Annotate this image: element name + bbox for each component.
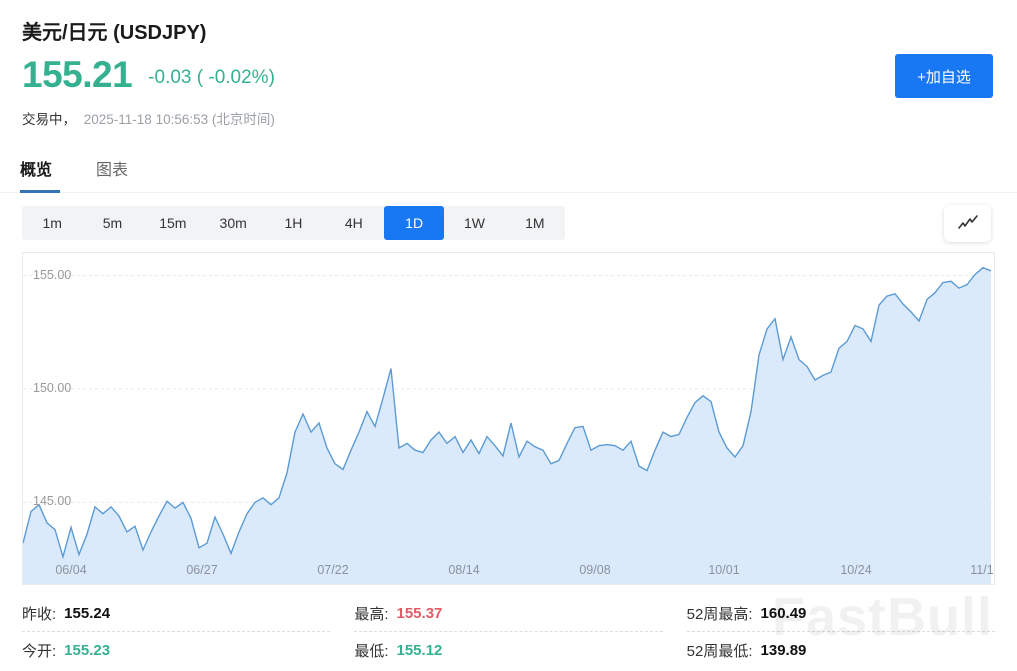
stat-label: 52周最高:: [687, 603, 753, 624]
chart-type-button[interactable]: [944, 205, 991, 242]
current-price: 155.21: [22, 56, 132, 93]
stat-row: 最低: 155.12: [354, 632, 662, 669]
stat-value: 155.23: [64, 642, 110, 659]
timeframe-15m[interactable]: 15m: [143, 206, 203, 240]
timeframe-1m[interactable]: 1m: [22, 206, 82, 240]
timeframe-1d[interactable]: 1D: [384, 206, 444, 240]
timeframe-1h[interactable]: 1H: [263, 206, 323, 240]
stat-label: 52周最低:: [687, 640, 753, 661]
x-axis-label: 06/27: [186, 563, 217, 577]
market-status-row: 交易中， 2025-11-18 10:56:53 (北京时间): [22, 108, 275, 128]
x-axis-label: 10/01: [708, 563, 739, 577]
stat-label: 最低:: [354, 640, 388, 661]
y-axis-label: 155.00: [33, 268, 71, 282]
stat-row: 昨收: 155.24: [22, 595, 330, 632]
stat-value: 155.24: [64, 605, 110, 622]
stat-row: 最高: 155.37: [354, 595, 662, 632]
stats-column: 昨收: 155.24 今开: 155.23: [22, 595, 330, 669]
add-watchlist-button[interactable]: +加自选: [895, 54, 993, 98]
stat-label: 最高:: [354, 603, 388, 624]
x-axis-label: 08/14: [448, 563, 479, 577]
timeframe-1m[interactable]: 1M: [505, 206, 565, 240]
page-title: 美元/日元 (USDJPY): [22, 16, 206, 45]
usdjpy-quote-page: 美元/日元 (USDJPY) 155.21 -0.03 ( -0.02%) 交易…: [0, 0, 1017, 671]
timeframe-1w[interactable]: 1W: [444, 206, 504, 240]
stat-value: 155.37: [397, 605, 443, 622]
timeframe-5m[interactable]: 5m: [82, 206, 142, 240]
tab-bar-divider: [0, 192, 1017, 193]
x-axis-label: 11/1: [970, 563, 993, 577]
stat-value: 160.49: [761, 605, 807, 622]
stats-column: 最高: 155.37 最低: 155.12: [354, 595, 662, 669]
stat-row: 52周最高: 160.49: [687, 595, 995, 632]
stat-value: 155.12: [397, 642, 443, 659]
stat-label: 昨收:: [22, 603, 56, 624]
price-change: -0.03 ( -0.02%): [148, 67, 275, 93]
price-row: 155.21 -0.03 ( -0.02%): [22, 56, 275, 93]
price-chart[interactable]: 155.00 150.00 145.00 06/04 06/27 07/22 08/14 09…: [22, 252, 995, 585]
x-axis-label: 10/24: [840, 563, 871, 577]
timeframe-bar: 1m5m15m30m1H4H1D1W1M: [22, 206, 565, 240]
timeframe-4h[interactable]: 4H: [324, 206, 384, 240]
active-tab-underline: [20, 190, 60, 193]
chart-canvas: [23, 253, 994, 584]
stat-value: 139.89: [761, 642, 807, 659]
stat-row: 今开: 155.23: [22, 632, 330, 669]
stat-row: 52周最低: 139.89: [687, 632, 995, 669]
y-axis-label: 145.00: [33, 494, 71, 508]
x-axis-label: 09/08: [579, 563, 610, 577]
tab-chart[interactable]: 图表: [96, 156, 128, 196]
y-axis-label: 150.00: [33, 381, 71, 395]
market-status: 交易中，: [22, 112, 76, 127]
x-axis-label: 06/04: [55, 563, 86, 577]
stat-label: 今开:: [22, 640, 56, 661]
stats-grid: 昨收: 155.24 今开: 155.23 最高: 155.37 最低: 155.12 52周最…: [22, 595, 995, 669]
stats-column: 52周最高: 160.49 52周最低: 139.89: [687, 595, 995, 669]
timeframe-30m[interactable]: 30m: [203, 206, 263, 240]
line-chart-icon: [956, 214, 980, 234]
quote-timestamp: 2025-11-18 10:56:53 (北京时间): [84, 112, 275, 127]
area-fill: [23, 268, 991, 584]
x-axis-label: 07/22: [317, 563, 348, 577]
